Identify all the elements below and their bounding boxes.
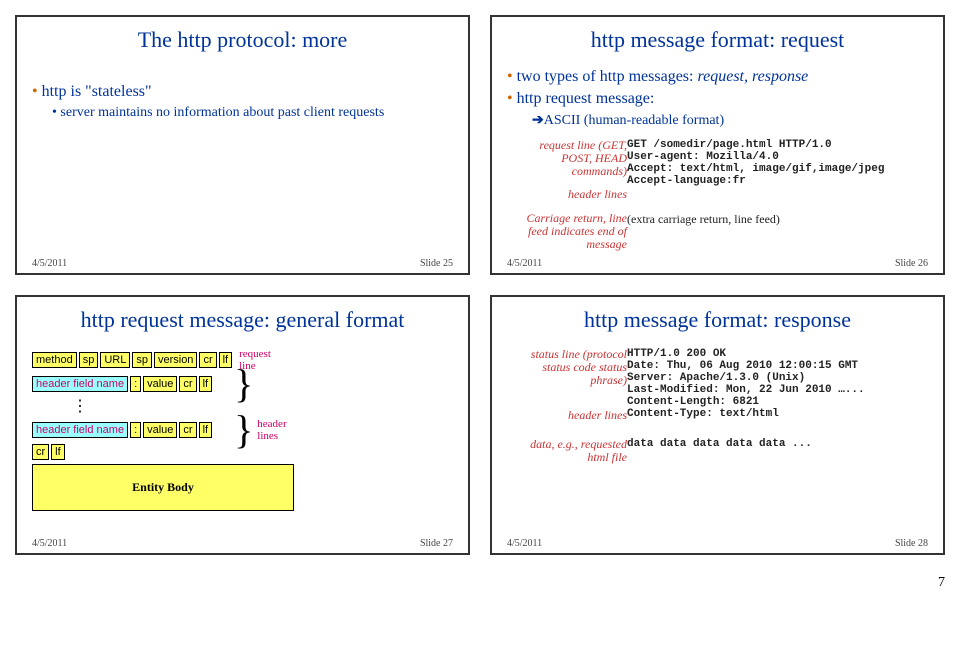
- box-method: method: [32, 352, 77, 368]
- box-hfn: header field name: [32, 376, 128, 392]
- bullet: http is "stateless": [32, 83, 453, 101]
- http-line: GET /somedir/page.html HTTP/1.0: [627, 139, 928, 151]
- box-cr: cr: [32, 444, 49, 460]
- slide-27: http request message: general format met…: [15, 295, 470, 555]
- slide-date: 4/5/2011: [507, 538, 542, 549]
- sub-bullet: server maintains no information about pa…: [52, 105, 453, 121]
- bullet: two types of http messages: request, res…: [507, 68, 928, 86]
- slide-28: http message format: response status lin…: [490, 295, 945, 555]
- label-status-line: status line (protocol status code status…: [507, 348, 627, 388]
- box-version: version: [154, 352, 197, 368]
- box-value: value: [143, 376, 177, 392]
- label-request-line: request line (GET, POST, HEAD commands): [507, 139, 627, 179]
- slide-date: 4/5/2011: [32, 538, 67, 549]
- format-diagram: method sp URL sp version cr lf request l…: [32, 348, 453, 511]
- box-cr: cr: [179, 376, 196, 392]
- box-sp: sp: [79, 352, 99, 368]
- box-entity-body: Entity Body: [32, 464, 294, 511]
- box-cr: cr: [179, 422, 196, 438]
- box-colon: :: [130, 376, 141, 392]
- box-url: URL: [100, 352, 130, 368]
- slide-25: The http protocol: more http is "statele…: [15, 15, 470, 275]
- http-line: Content-Type: text/html: [627, 408, 928, 420]
- slide-number: Slide 28: [895, 538, 928, 549]
- http-line: HTTP/1.0 200 OK: [627, 348, 928, 360]
- http-line: Date: Thu, 06 Aug 2010 12:00:15 GMT: [627, 360, 928, 372]
- slide-26: http message format: request two types o…: [490, 15, 945, 275]
- slide-date: 4/5/2011: [507, 258, 542, 269]
- bullet: http request message:: [507, 90, 928, 108]
- label-header-lines: header lines: [507, 408, 627, 423]
- slide-number: Slide 25: [420, 258, 453, 269]
- label-header-lines: header lines: [257, 418, 297, 442]
- page-number: 7: [15, 575, 945, 591]
- http-line: Accept-language:fr: [627, 175, 928, 187]
- box-lf: lf: [199, 422, 213, 438]
- slide-number: Slide 26: [895, 258, 928, 269]
- brace-icon: }: [234, 420, 253, 440]
- http-line: Accept: text/html, image/gif,image/jpeg: [627, 163, 928, 175]
- box-sp: sp: [132, 352, 152, 368]
- label-data: data, e.g., requested html file: [507, 438, 627, 464]
- brace-icon: }: [234, 374, 253, 394]
- slide-title: http request message: general format: [32, 307, 453, 333]
- box-value: value: [143, 422, 177, 438]
- http-line: Content-Length: 6821: [627, 396, 928, 408]
- http-line: Server: Apache/1.3.0 (Unix): [627, 372, 928, 384]
- arrow-bullet: ASCII (human-readable format): [532, 112, 928, 129]
- box-lf: lf: [219, 352, 233, 368]
- slide-number: Slide 27: [420, 538, 453, 549]
- slide-title: http message format: request: [507, 27, 928, 53]
- label-header-lines: header lines: [507, 187, 627, 202]
- slide-title: http message format: response: [507, 307, 928, 333]
- http-line: data data data data data ...: [627, 438, 928, 450]
- box-cr: cr: [199, 352, 216, 368]
- box-colon: :: [130, 422, 141, 438]
- slide-title: The http protocol: more: [32, 27, 453, 53]
- box-hfn: header field name: [32, 422, 128, 438]
- http-line: Last-Modified: Mon, 22 Jun 2010 …...: [627, 384, 928, 396]
- slide-date: 4/5/2011: [32, 258, 67, 269]
- http-note: (extra carriage return, line feed): [627, 212, 928, 227]
- label-crlf: Carriage return, line feed indicates end…: [507, 212, 627, 252]
- box-lf: lf: [51, 444, 65, 460]
- http-line: User-agent: Mozilla/4.0: [627, 151, 928, 163]
- box-lf: lf: [199, 376, 213, 392]
